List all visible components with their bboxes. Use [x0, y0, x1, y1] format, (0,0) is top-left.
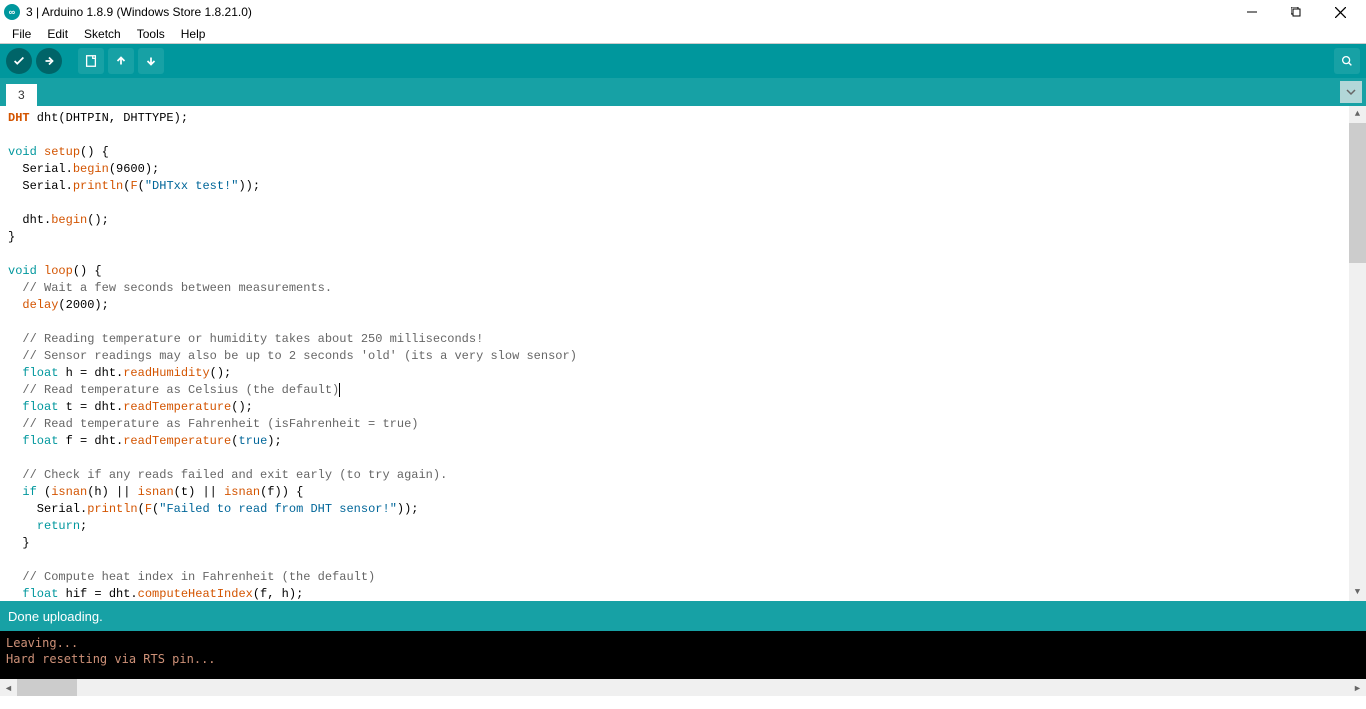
menu-file[interactable]: File: [4, 25, 39, 43]
output-console[interactable]: Leaving... Hard resetting via RTS pin...: [0, 631, 1366, 679]
status-bar: Done uploading.: [0, 601, 1366, 631]
upload-button[interactable]: [36, 48, 62, 74]
save-button[interactable]: [138, 48, 164, 74]
code-content: DHT dht(DHTPIN, DHTTYPE); void setup() {…: [8, 110, 1346, 601]
editor-vertical-scrollbar[interactable]: ▲ ▼: [1349, 106, 1366, 601]
minimize-button[interactable]: [1230, 0, 1274, 24]
tab-menu-button[interactable]: [1340, 81, 1362, 103]
console-line: Leaving...: [6, 636, 78, 650]
new-button[interactable]: [78, 48, 104, 74]
scroll-left-icon[interactable]: ◄: [0, 679, 17, 696]
tab-sketch[interactable]: 3: [6, 84, 37, 106]
menu-tools[interactable]: Tools: [129, 25, 173, 43]
text-cursor: [339, 383, 340, 397]
window-title: 3 | Arduino 1.8.9 (Windows Store 1.8.21.…: [26, 5, 1230, 19]
scrollbar-thumb[interactable]: [1349, 123, 1366, 263]
open-button[interactable]: [108, 48, 134, 74]
arduino-logo-icon: ∞: [4, 4, 20, 20]
console-line: Hard resetting via RTS pin...: [6, 652, 216, 666]
horizontal-scrollbar[interactable]: ◄ ►: [0, 679, 1366, 696]
close-button[interactable]: [1318, 0, 1362, 24]
titlebar: ∞ 3 | Arduino 1.8.9 (Windows Store 1.8.2…: [0, 0, 1366, 24]
menu-help[interactable]: Help: [173, 25, 214, 43]
scroll-up-icon[interactable]: ▲: [1349, 106, 1366, 123]
hscrollbar-thumb[interactable]: [17, 679, 77, 696]
verify-button[interactable]: [6, 48, 32, 74]
menu-sketch[interactable]: Sketch: [76, 25, 129, 43]
code-editor[interactable]: DHT dht(DHTPIN, DHTTYPE); void setup() {…: [0, 106, 1366, 601]
serial-monitor-button[interactable]: [1334, 48, 1360, 74]
maximize-button[interactable]: [1274, 0, 1318, 24]
scroll-right-icon[interactable]: ►: [1349, 679, 1366, 696]
tab-bar: 3: [0, 78, 1366, 106]
status-message: Done uploading.: [8, 609, 103, 624]
menu-edit[interactable]: Edit: [39, 25, 76, 43]
scroll-down-icon[interactable]: ▼: [1349, 584, 1366, 601]
menubar: File Edit Sketch Tools Help: [0, 24, 1366, 44]
toolbar: [0, 44, 1366, 78]
